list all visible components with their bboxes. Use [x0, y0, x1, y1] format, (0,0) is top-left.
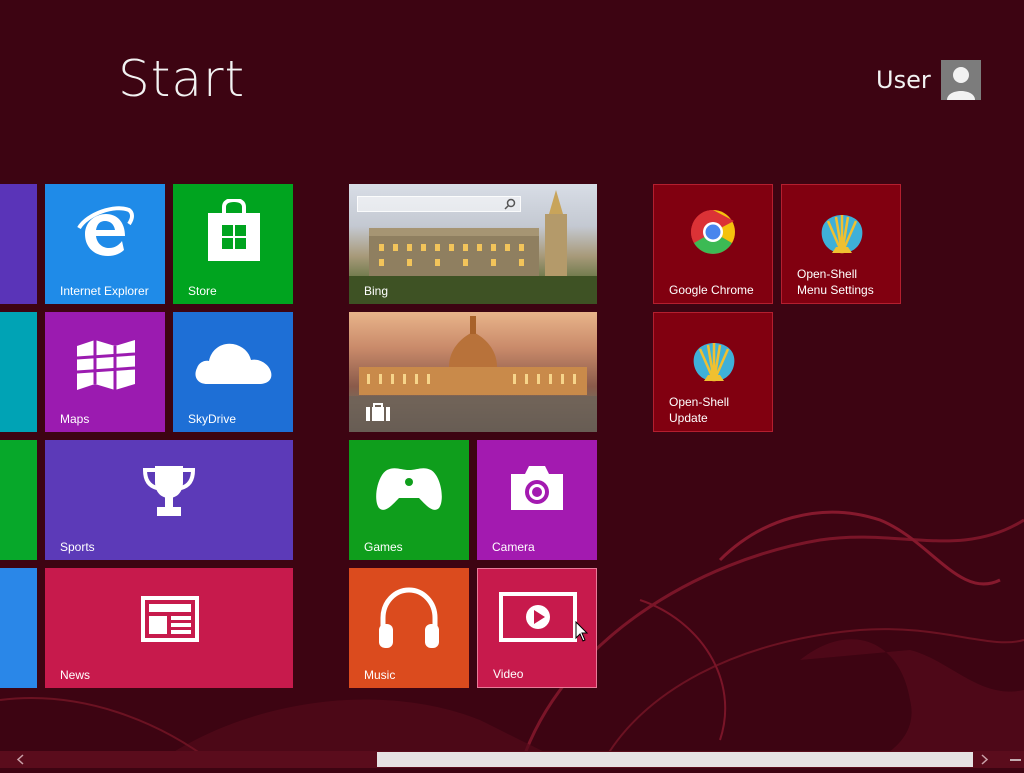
tile-label-line-2: Menu Settings: [797, 283, 874, 297]
search-icon: [504, 198, 516, 210]
tile-label: Sports: [60, 540, 95, 554]
tile-label: News: [60, 668, 91, 682]
tile-label-line-2: Update: [669, 411, 708, 425]
tile-label-line-1: Open-Shell: [797, 267, 858, 281]
trophy-icon: [142, 466, 196, 516]
map-icon: [76, 340, 136, 390]
tile-label: Music: [364, 668, 396, 682]
tile-label: Store: [188, 284, 217, 298]
tile-skydrive[interactable]: SkyDrive: [173, 312, 293, 432]
tile-store[interactable]: Store: [173, 184, 293, 304]
horizontal-scrollbar[interactable]: [0, 751, 1024, 768]
tile-bing[interactable]: Bing: [349, 184, 597, 304]
user-account[interactable]: User: [876, 60, 981, 100]
tile-games[interactable]: Games: [349, 440, 469, 560]
tile-internet-explorer[interactable]: Internet Explorer: [45, 184, 165, 304]
user-avatar-icon: [940, 60, 981, 100]
user-name: User: [876, 66, 931, 94]
tile-music[interactable]: Music: [349, 568, 469, 688]
tile-label: Internet Explorer: [60, 284, 149, 298]
tile-label: Camera: [492, 540, 535, 554]
tile-label: Google Chrome: [669, 283, 754, 297]
tile-maps[interactable]: Maps: [45, 312, 165, 432]
play-icon: [499, 592, 577, 642]
partial-tile-green[interactable]: [0, 440, 37, 560]
tile-open-shell-update[interactable]: Open-Shell Update: [653, 312, 773, 432]
partial-tile-blue[interactable]: [0, 568, 37, 688]
tile-sports[interactable]: Sports: [45, 440, 293, 560]
headphones-icon: [379, 587, 439, 648]
minus-icon: [1010, 759, 1021, 761]
chrome-icon: [691, 210, 735, 254]
newspaper-icon: [141, 596, 199, 642]
scroll-right-button[interactable]: [976, 751, 993, 768]
camera-icon: [511, 466, 563, 510]
internet-explorer-icon: [77, 206, 134, 256]
tile-label: SkyDrive: [188, 412, 237, 426]
chevron-right-icon: [981, 754, 989, 765]
tile-label: Maps: [60, 412, 90, 426]
scroll-left-button[interactable]: [12, 751, 29, 768]
mouse-cursor-icon: [575, 621, 589, 642]
tile-open-shell-menu-settings[interactable]: Open-Shell Menu Settings: [781, 184, 901, 304]
tile-travel[interactable]: [349, 312, 597, 432]
tile-news[interactable]: News: [45, 568, 293, 688]
scroll-thumb[interactable]: [377, 752, 973, 767]
tile-label: Video: [493, 667, 524, 681]
shell-icon: [821, 215, 863, 254]
chevron-left-icon: [16, 754, 24, 765]
tile-label-line-1: Open-Shell: [669, 395, 730, 409]
bing-search-box[interactable]: [357, 196, 521, 212]
tile-label: Bing: [364, 284, 389, 298]
partial-tile-purple[interactable]: [0, 184, 37, 304]
store-bag-icon: [208, 199, 260, 261]
suitcase-icon: [366, 403, 390, 421]
page-title: Start: [118, 50, 246, 108]
shell-icon: [693, 343, 735, 382]
partial-tile-teal[interactable]: [0, 312, 37, 432]
cloud-icon: [195, 343, 272, 384]
tile-camera[interactable]: Camera: [477, 440, 597, 560]
gamepad-icon: [376, 468, 442, 510]
tile-label: Games: [364, 540, 403, 554]
tile-label: Open-Shell Update: [669, 394, 729, 426]
tile-label: Open-Shell Menu Settings: [797, 266, 874, 298]
tile-google-chrome[interactable]: Google Chrome: [653, 184, 773, 304]
semantic-zoom-button[interactable]: [1007, 751, 1024, 768]
